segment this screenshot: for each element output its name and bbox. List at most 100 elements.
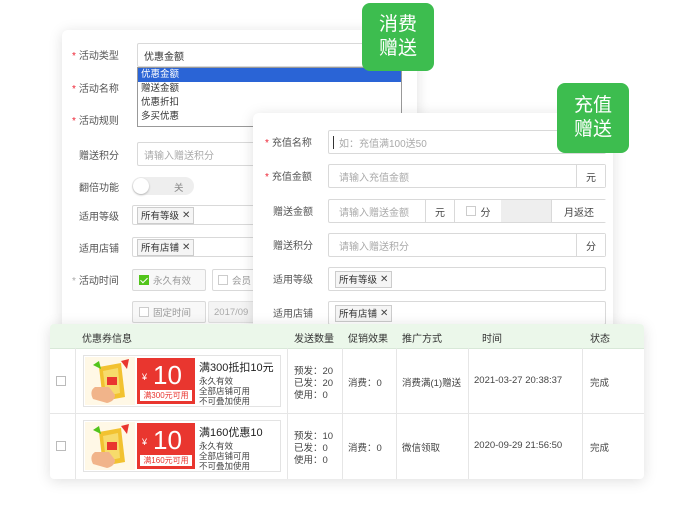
switch-knob [133, 178, 149, 194]
close-icon[interactable]: ✕ [380, 308, 388, 319]
coupon-amount: 10 [153, 425, 182, 455]
column-header: 推广方式 [402, 334, 442, 345]
status-text: 完成 [590, 443, 610, 454]
status-text: 完成 [590, 378, 610, 389]
row-checkbox[interactable] [56, 441, 66, 451]
row-checkbox[interactable] [56, 376, 66, 386]
row-time: 2021-03-27 20:38:37 [474, 375, 563, 386]
recharge-points-placeholder: 请输入赠送积分 [339, 241, 409, 253]
column-header: 状态 [590, 334, 610, 345]
permanent-option[interactable]: 永久有效 [132, 269, 206, 291]
consume-gift-badge: 消费 赠送 [362, 3, 434, 71]
coupon-card: ¥ 10 满300元可用 满300抵扣10元 永久有效 全部店铺可用 不可叠加使… [83, 355, 281, 407]
level-tag[interactable]: 所有等级 ✕ [137, 206, 195, 224]
dropdown-option[interactable]: 赠送金额 [138, 82, 401, 96]
double-label: 翻倍功能 [79, 182, 119, 194]
store-row: 适用店铺 [79, 236, 119, 258]
activity-name-label: * 活动名称 [72, 83, 119, 95]
coupon-value-block: ¥ 10 满160元可用 [137, 423, 195, 469]
badge-line: 充值 [573, 95, 612, 116]
member-option[interactable]: 会员 [212, 269, 258, 291]
level-row: 适用等级 [79, 204, 119, 226]
badge-line: 消费 [378, 14, 417, 35]
permanent-text: 永久有效 [153, 276, 192, 287]
row-time: 2020-09-29 21:56:50 [474, 440, 563, 451]
checkbox-icon [218, 275, 228, 285]
monthly-return-unit: 月返还 [551, 200, 606, 222]
close-icon[interactable]: ✕ [182, 210, 190, 221]
gift-amount-row: 赠送金额 [273, 199, 313, 221]
double-switch[interactable]: 关 [132, 177, 194, 195]
column-header: 发送数量 [294, 334, 334, 345]
recharge-level-tag[interactable]: 所有等级 ✕ [335, 270, 393, 288]
activity-type-value: 优惠金额 [144, 51, 184, 63]
points-row: 赠送积分 [79, 143, 119, 165]
recharge-points-input[interactable]: 请输入赠送积分 分 [328, 233, 606, 257]
gift-points-toggle[interactable]: 分 [454, 200, 502, 222]
points-unit: 分 [576, 234, 605, 256]
activity-type-label: * 活动类型 [72, 50, 119, 62]
store-label: 适用店铺 [79, 243, 119, 255]
recharge-name-label: * 充值名称 [265, 137, 312, 149]
fixed-time-text: 固定时间 [153, 308, 192, 319]
close-icon[interactable]: ✕ [380, 274, 388, 285]
recharge-amount-placeholder: 请输入充值金额 [339, 172, 409, 184]
checkbox-icon [139, 307, 149, 317]
coupon-value-block: ¥ 10 满300元可用 [137, 358, 195, 404]
activity-rule-row: * 活动规则 [72, 108, 119, 130]
recharge-amount-input[interactable]: 请输入充值金额 元 [328, 164, 606, 188]
text-cursor [333, 136, 334, 149]
gift-extra-field[interactable] [501, 200, 551, 222]
coupon-title: 满160优惠10 [199, 427, 263, 439]
yuan-unit: 元 [576, 165, 605, 187]
level-label: 适用等级 [79, 211, 119, 223]
table-row[interactable]: ¥ 10 满160元可用 满160优惠10 永久有效 全部店铺可用 不可叠加使用… [50, 414, 644, 478]
store-tag[interactable]: 所有店铺 ✕ [137, 238, 195, 256]
column-header: 时间 [482, 334, 502, 345]
recharge-level-select[interactable]: 所有等级 ✕ [328, 267, 606, 291]
time-label: * 活动时间 [72, 275, 119, 287]
recharge-name-row: * 充值名称 [265, 130, 312, 152]
coupon-detail: 不可叠加使用 [199, 461, 251, 471]
table-row[interactable]: ¥ 10 满300元可用 满300抵扣10元 永久有效 全部店铺可用 不可叠加使… [50, 349, 644, 414]
activity-name-row: * 活动名称 [72, 76, 119, 98]
coupon-amount: 10 [153, 360, 182, 390]
coupon-card: ¥ 10 满160元可用 满160优惠10 永久有效 全部店铺可用 不可叠加使用 [83, 420, 281, 472]
recharge-store-label: 适用店铺 [273, 308, 313, 320]
recharge-level-label: 适用等级 [273, 274, 313, 286]
date-input[interactable]: 2017/09 [208, 301, 256, 323]
recharge-gift-badge: 充值 赠送 [557, 83, 629, 153]
coupon-condition: 满160元可用 [140, 455, 192, 466]
points-placeholder: 请输入赠送积分 [144, 150, 214, 162]
gift-amount-placeholder: 请输入赠送金额 [339, 207, 409, 219]
time-row: * 活动时间 [72, 268, 119, 290]
table-header: 优惠券信息 发送数量 促销效果 推广方式 时间 状态 [50, 324, 644, 349]
recharge-store-tag[interactable]: 所有店铺 ✕ [335, 304, 393, 322]
points-label: 赠送积分 [79, 150, 119, 162]
column-header: 优惠券信息 [82, 334, 132, 345]
promo-effect: 消费：0 [348, 378, 382, 389]
recharge-amount-label: * 充值金额 [265, 171, 312, 183]
activity-rule-label: * 活动规则 [72, 115, 119, 127]
coupon-condition: 满300元可用 [140, 390, 192, 401]
fixed-time-option[interactable]: 固定时间 [132, 301, 206, 323]
switch-text: 关 [174, 183, 184, 194]
gift-amount-label: 赠送金额 [273, 206, 313, 218]
gift-amount-input[interactable]: 请输入赠送金额 元 分 月返还 [328, 199, 606, 223]
badge-line: 赠送 [378, 38, 417, 59]
promo-method: 微信领取 [402, 443, 441, 454]
dropdown-option[interactable]: 优惠折扣 [138, 96, 401, 110]
recharge-store-row: 适用店铺 [273, 301, 313, 323]
date-value: 2017/09 [214, 306, 249, 318]
member-text: 会员 [232, 276, 252, 287]
checkbox-icon [465, 206, 476, 216]
badge-line: 赠送 [573, 119, 612, 140]
dropdown-option[interactable]: 优惠金额 [138, 68, 401, 82]
gift-coupon-illustration-icon [85, 357, 135, 405]
sent-used: 使用：0 [294, 455, 328, 466]
sent-used: 使用：0 [294, 390, 328, 401]
coupon-table: 优惠券信息 发送数量 促销效果 推广方式 时间 状态 ¥ 10 满300元可用 … [50, 324, 644, 479]
close-icon[interactable]: ✕ [182, 242, 190, 253]
currency-symbol: ¥ [142, 372, 148, 382]
recharge-store-select[interactable]: 所有店铺 ✕ [328, 301, 606, 325]
